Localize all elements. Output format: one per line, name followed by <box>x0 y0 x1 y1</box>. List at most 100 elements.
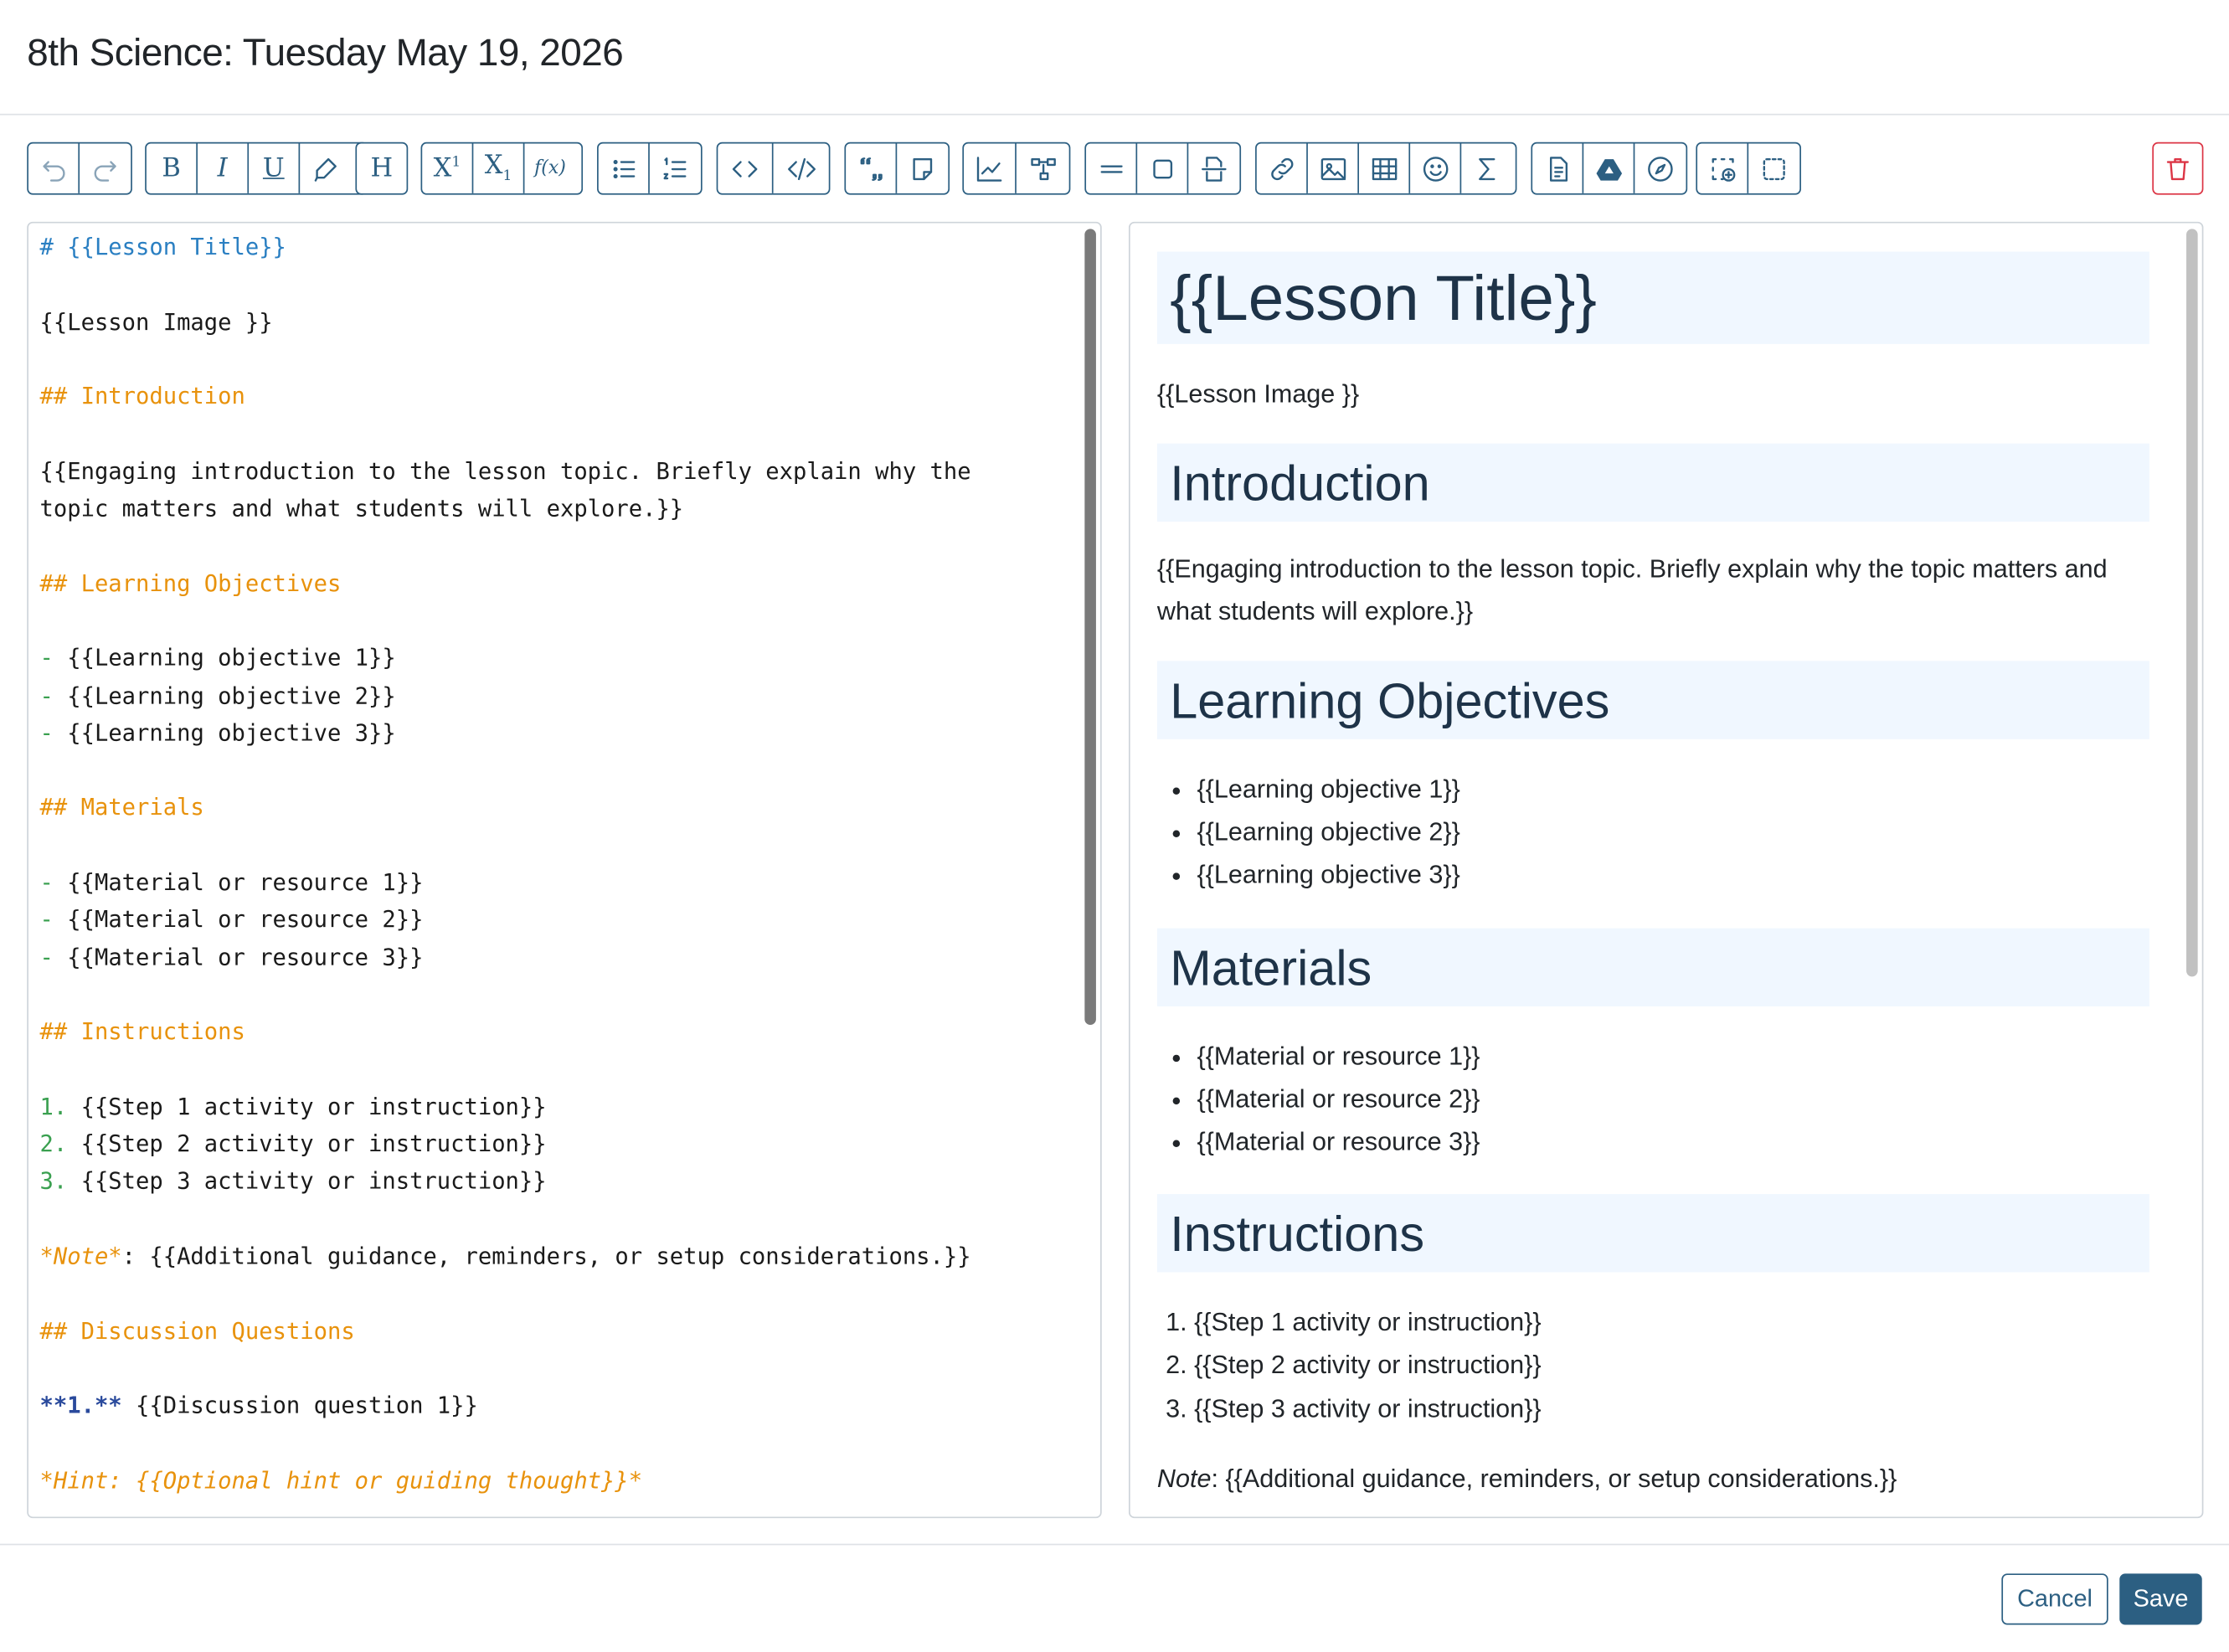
markdown-preview: {{Lesson Title}} {{Lesson Image }} Intro… <box>1128 221 2204 1519</box>
image-button[interactable] <box>1308 143 1360 193</box>
preview-note: Note: {{Additional guidance, reminders, … <box>1157 1457 2149 1500</box>
preview-scrollbar[interactable] <box>2186 229 2198 977</box>
editor-scrollbar[interactable] <box>1084 229 1096 1026</box>
list-item: {{Step 3 activity or instruction}} <box>1194 1387 2149 1429</box>
editor-line: ## Discussion Questions <box>39 1317 355 1345</box>
preview-title: {{Lesson Title}} <box>1156 251 2149 344</box>
add-block-icon <box>1711 157 1735 181</box>
preview-image-placeholder: {{Lesson Image }} <box>1156 379 1360 409</box>
horizontal-rule-button[interactable] <box>1086 143 1138 193</box>
editor-line: *Hint: {{Optional hint or guiding though… <box>39 1466 643 1494</box>
code-group <box>716 142 831 195</box>
sticky-note-icon <box>913 157 933 180</box>
document-button[interactable] <box>1532 143 1584 193</box>
editor-line: - {{Learning objective 1}} <box>39 644 396 672</box>
list-group <box>597 142 703 195</box>
emoji-button[interactable] <box>1410 143 1462 193</box>
selection-group <box>1696 142 1801 195</box>
diagram-button[interactable] <box>1017 143 1069 193</box>
preview-note-text: : {{Additional guidance, reminders, or s… <box>1211 1464 1897 1493</box>
page-break-icon <box>1202 156 1227 181</box>
compass-icon <box>1648 156 1673 181</box>
editor-line: {{Engaging introduction to the lesson to… <box>39 457 971 485</box>
editor-line: ## Introduction <box>39 382 245 410</box>
format-group: B I U <box>145 142 368 195</box>
superscript-icon: X1 <box>433 152 461 183</box>
chart-button[interactable] <box>964 143 1017 193</box>
markdown-editor[interactable]: # {{Lesson Title}} {{Lesson Image }} ## … <box>27 221 1102 1519</box>
underline-button[interactable]: U <box>249 143 301 193</box>
bullet-list-button[interactable] <box>599 143 650 193</box>
editor-line: *Note*: {{Additional guidance, reminders… <box>39 1242 971 1270</box>
function-button[interactable]: f(x) <box>524 143 575 193</box>
box-button[interactable] <box>1137 143 1189 193</box>
document-icon <box>1549 156 1568 181</box>
embed-group <box>1531 142 1688 195</box>
bullet-list-icon <box>612 159 635 178</box>
table-button[interactable] <box>1359 143 1411 193</box>
editor-line: # {{Lesson Title}} <box>39 233 286 260</box>
editor-line: {{Lesson Image }} <box>39 307 273 335</box>
superscript-button[interactable]: X1 <box>422 143 474 193</box>
list-item: {{Material or resource 1}} <box>1197 1034 2149 1077</box>
preview-heading-instructions: Instructions <box>1156 1194 2149 1273</box>
numbered-list-button[interactable] <box>650 143 701 193</box>
horizontal-rule-icon <box>1099 164 1122 172</box>
editor-line: ## Instructions <box>39 1017 245 1046</box>
line-chart-icon <box>976 156 1002 181</box>
link-button[interactable] <box>1257 143 1308 193</box>
preview-heading-objectives: Learning Objectives <box>1156 661 2149 739</box>
script-group: X1 X1 f(x) <box>420 142 584 195</box>
bold-button[interactable]: B <box>147 143 198 193</box>
redo-button[interactable] <box>80 143 131 193</box>
list-item: {{Material or resource 3}} <box>1197 1120 2149 1163</box>
quote-button[interactable] <box>846 143 898 193</box>
link-icon <box>1270 157 1293 180</box>
page-break-button[interactable] <box>1188 143 1239 193</box>
save-button[interactable]: Save <box>2119 1573 2202 1625</box>
heading-group: H <box>355 142 409 195</box>
subscript-button[interactable]: X1 <box>473 143 525 193</box>
google-drive-button[interactable] <box>1583 143 1635 193</box>
heading-button[interactable]: H <box>357 143 406 193</box>
note-button[interactable] <box>897 143 948 193</box>
code-block-button[interactable] <box>774 143 829 193</box>
inline-code-button[interactable] <box>718 143 774 193</box>
list-item: {{Learning objective 2}} <box>1197 811 2149 853</box>
select-area-button[interactable] <box>1748 143 1799 193</box>
delete-button[interactable] <box>2152 142 2204 195</box>
dashed-square-icon <box>1763 157 1785 180</box>
embed-button[interactable] <box>1634 143 1686 193</box>
editor-line: 3. {{Step 3 activity or instruction}} <box>39 1167 547 1195</box>
math-button[interactable] <box>1461 143 1512 193</box>
editor-line: ## Learning Objectives <box>39 569 342 597</box>
undo-button[interactable] <box>28 143 80 193</box>
code-slash-icon <box>787 157 816 180</box>
preview-objectives-list: {{Learning objective 1}} {{Learning obje… <box>1157 768 2149 897</box>
editor-line: topic matters and what students will exp… <box>39 494 684 522</box>
editor-line: 2. {{Step 2 activity or instruction}} <box>39 1130 547 1158</box>
modal-header: 8th Science: Tuesday May 19, 2026 <box>0 0 2229 116</box>
cancel-button[interactable]: Cancel <box>2001 1573 2108 1625</box>
square-icon <box>1152 158 1172 178</box>
layout-group <box>1084 142 1242 195</box>
chart-group <box>962 142 1071 195</box>
italic-icon: I <box>217 152 228 183</box>
block-group <box>844 142 950 195</box>
editor-line: 1. {{Step 1 activity or instruction}} <box>39 1093 547 1120</box>
modal-footer: Cancel Save <box>0 1543 2229 1652</box>
underline-icon: U <box>262 152 285 183</box>
editor-content[interactable]: # {{Lesson Title}} {{Lesson Image }} ## … <box>40 229 1078 1500</box>
add-block-button[interactable] <box>1697 143 1749 193</box>
highlight-button[interactable] <box>300 143 351 193</box>
italic-button[interactable]: I <box>198 143 250 193</box>
undo-icon <box>42 160 64 181</box>
list-item: {{Material or resource 2}} <box>1197 1078 2149 1120</box>
preview-instructions-list: {{Step 1 activity or instruction}} {{Ste… <box>1157 1301 2149 1430</box>
editor-line: - {{Material or resource 2}} <box>39 906 424 934</box>
